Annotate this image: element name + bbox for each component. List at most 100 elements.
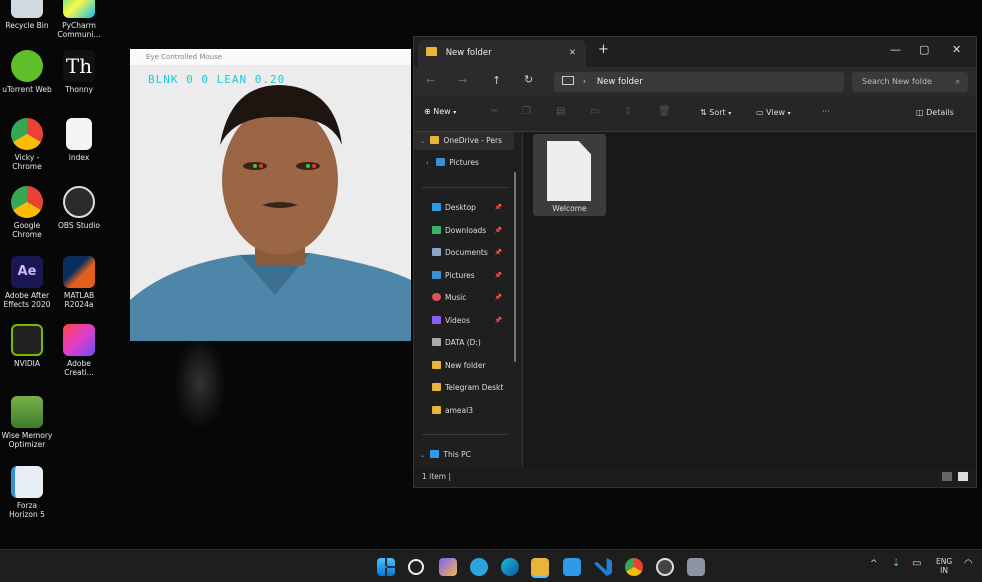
drive-icon xyxy=(432,338,441,346)
nav-label: ameal3 xyxy=(445,406,473,415)
desktop-icon-thonny[interactable]: Th Thonny xyxy=(50,50,108,94)
desktop-icon-wise-memory[interactable]: Wise Memory Optimizer xyxy=(0,396,56,449)
tab-new-folder[interactable]: New folder ✕ xyxy=(418,40,586,67)
python-window-icon[interactable] xyxy=(687,558,705,576)
nav-label: Pictures xyxy=(449,158,479,167)
documents-icon xyxy=(432,248,441,256)
start-icon[interactable] xyxy=(377,558,395,576)
battery-icon[interactable]: ▭ xyxy=(912,558,921,569)
back-arrow-icon[interactable]: ← xyxy=(426,74,435,87)
minimize-button[interactable]: — xyxy=(890,43,901,56)
view-button[interactable]: ▭ View ▾ xyxy=(756,108,791,117)
more-options-button[interactable]: ··· xyxy=(822,107,830,116)
desktop-icon-google-chrome[interactable]: Google Chrome xyxy=(0,186,56,239)
rename-icon[interactable]: ▭ xyxy=(590,106,599,117)
language-indicator[interactable]: ENG IN xyxy=(936,557,952,575)
item-count: 1 item | xyxy=(422,472,452,481)
cut-icon[interactable]: ✂ xyxy=(490,106,498,117)
nav-item-downloads[interactable]: Downloads 📌 xyxy=(432,222,512,240)
obs-icon[interactable] xyxy=(656,558,674,576)
desktop-icon-pycharm[interactable]: PyCharm Communi... xyxy=(50,0,108,39)
creative-cloud-icon xyxy=(63,324,95,356)
nav-item-new-folder[interactable]: New folder xyxy=(432,357,486,375)
sort-icon: ⇅ xyxy=(700,108,707,117)
desktop-icon xyxy=(432,203,441,211)
edge-icon[interactable] xyxy=(501,558,519,576)
nav-item-videos[interactable]: Videos 📌 xyxy=(432,312,512,330)
details-button[interactable]: ◫ Details xyxy=(916,108,954,117)
chevron-up-icon[interactable]: ^ xyxy=(870,559,878,569)
chevron-down-icon: ▾ xyxy=(787,110,791,117)
nav-item-desktop[interactable]: Desktop 📌 xyxy=(432,199,512,217)
vscode-icon[interactable] xyxy=(594,558,612,576)
nav-item-music[interactable]: Music 📌 xyxy=(432,289,512,307)
nav-label: OneDrive - Pers xyxy=(443,136,503,145)
desktop-icon-nvidia[interactable]: NVIDIA xyxy=(0,324,56,368)
file-item-welcome[interactable]: Welcome xyxy=(533,134,606,216)
nav-item-pictures-onedrive[interactable]: › Pictures xyxy=(426,154,479,172)
navigation-pane: ⌄ OneDrive - Pers › Pictures Desktop 📌 Do… xyxy=(414,132,523,467)
file-explorer-window[interactable]: New folder ✕ + — ▢ ✕ ← → ↑ ↻ › New folde… xyxy=(413,36,977,488)
pin-icon: 📌 xyxy=(494,272,502,279)
delete-icon[interactable]: 🗑 xyxy=(658,106,671,117)
new-button[interactable]: ⊕ New ▾ xyxy=(424,107,456,116)
mouse-shadow xyxy=(176,340,224,426)
search-icon[interactable] xyxy=(408,559,424,575)
pin-icon: 📌 xyxy=(494,227,502,234)
tiles-view-icon[interactable] xyxy=(958,472,968,481)
address-bar[interactable]: › New folder xyxy=(554,72,844,92)
monitor-icon xyxy=(430,450,440,458)
navigation-row: ← → ↑ ↻ › New folder Search New folde ⌕ xyxy=(414,67,976,97)
desktop-icon-vicky-chrome[interactable]: Vicky - Chrome xyxy=(0,118,56,171)
nav-item-onedrive[interactable]: ⌄ OneDrive - Pers xyxy=(420,132,502,150)
nav-item-this-pc[interactable]: ⌄ This PC xyxy=(420,446,471,464)
telegram-icon[interactable] xyxy=(470,558,488,576)
forward-arrow-icon[interactable]: → xyxy=(458,74,467,87)
chevron-right-icon: › xyxy=(582,77,587,87)
sort-button[interactable]: ⇅ Sort ▾ xyxy=(700,108,731,117)
desktop-icon-index[interactable]: index xyxy=(50,118,108,162)
desktop-icon-creative-cloud[interactable]: Adobe Creati... xyxy=(50,324,108,377)
up-arrow-icon[interactable]: ↑ xyxy=(492,74,501,87)
close-tab-icon[interactable]: ✕ xyxy=(569,40,576,67)
nav-scrollbar[interactable] xyxy=(514,172,516,362)
desktop-icon-utorrent[interactable]: uTorrent Web xyxy=(0,50,56,94)
wifi-icon[interactable]: ◠ xyxy=(964,558,973,569)
chrome-icon[interactable] xyxy=(625,558,643,576)
taskbar: ^ ⇣ ▭ ENG IN ◠ xyxy=(0,549,982,582)
pictures-icon xyxy=(436,158,446,166)
nav-label: Pictures xyxy=(445,271,475,280)
details-view-icon[interactable] xyxy=(942,472,952,481)
desktop-icon-recycle-bin[interactable]: Recycle Bin xyxy=(0,0,56,30)
search-placeholder: Search New folde xyxy=(862,77,932,86)
nav-item-ameal3[interactable]: ameal3 xyxy=(432,402,473,420)
nav-item-telegram[interactable]: Telegram Deskt xyxy=(432,379,503,397)
folder-icon xyxy=(432,406,441,414)
maximize-button[interactable]: ▢ xyxy=(919,43,929,56)
search-input[interactable]: Search New folde ⌕ xyxy=(852,72,968,92)
desktop-icon-matlab[interactable]: MATLAB R2024a xyxy=(50,256,108,309)
videos-icon xyxy=(432,316,441,324)
nav-item-data-drive[interactable]: DATA (D:) xyxy=(432,334,481,352)
paste-icon[interactable]: ▤ xyxy=(556,106,565,117)
refresh-icon[interactable]: ↻ xyxy=(524,73,533,86)
nav-item-pictures[interactable]: Pictures 📌 xyxy=(432,267,512,285)
new-tab-button[interactable]: + xyxy=(598,42,609,57)
file-name: Welcome xyxy=(552,204,587,213)
camera-window[interactable]: Eye Controlled Mouse BLNK 0 0 LEAN 0.20 xyxy=(130,49,411,341)
copy-icon[interactable]: ❐ xyxy=(522,106,531,117)
desktop-icon-after-effects[interactable]: Ae Adobe After Effects 2020 xyxy=(0,256,56,309)
view-icon: ▭ xyxy=(756,108,764,117)
share-icon[interactable]: ⇪ xyxy=(624,106,632,117)
title-bar: New folder ✕ + — ▢ ✕ xyxy=(414,37,976,67)
store-icon[interactable] xyxy=(563,558,581,576)
copilot-icon[interactable] xyxy=(439,558,457,576)
desktop-icon-obs[interactable]: OBS Studio xyxy=(50,186,108,230)
nav-item-documents[interactable]: Documents 📌 xyxy=(432,244,512,262)
file-explorer-icon[interactable] xyxy=(531,558,549,578)
close-window-button[interactable]: ✕ xyxy=(952,43,961,56)
desktop-icon-forza[interactable]: Forza Horizon 5 xyxy=(0,466,56,519)
details-pane-icon: ◫ xyxy=(916,108,924,117)
wise-memory-icon xyxy=(11,396,43,428)
network-icon[interactable]: ⇣ xyxy=(892,558,900,569)
